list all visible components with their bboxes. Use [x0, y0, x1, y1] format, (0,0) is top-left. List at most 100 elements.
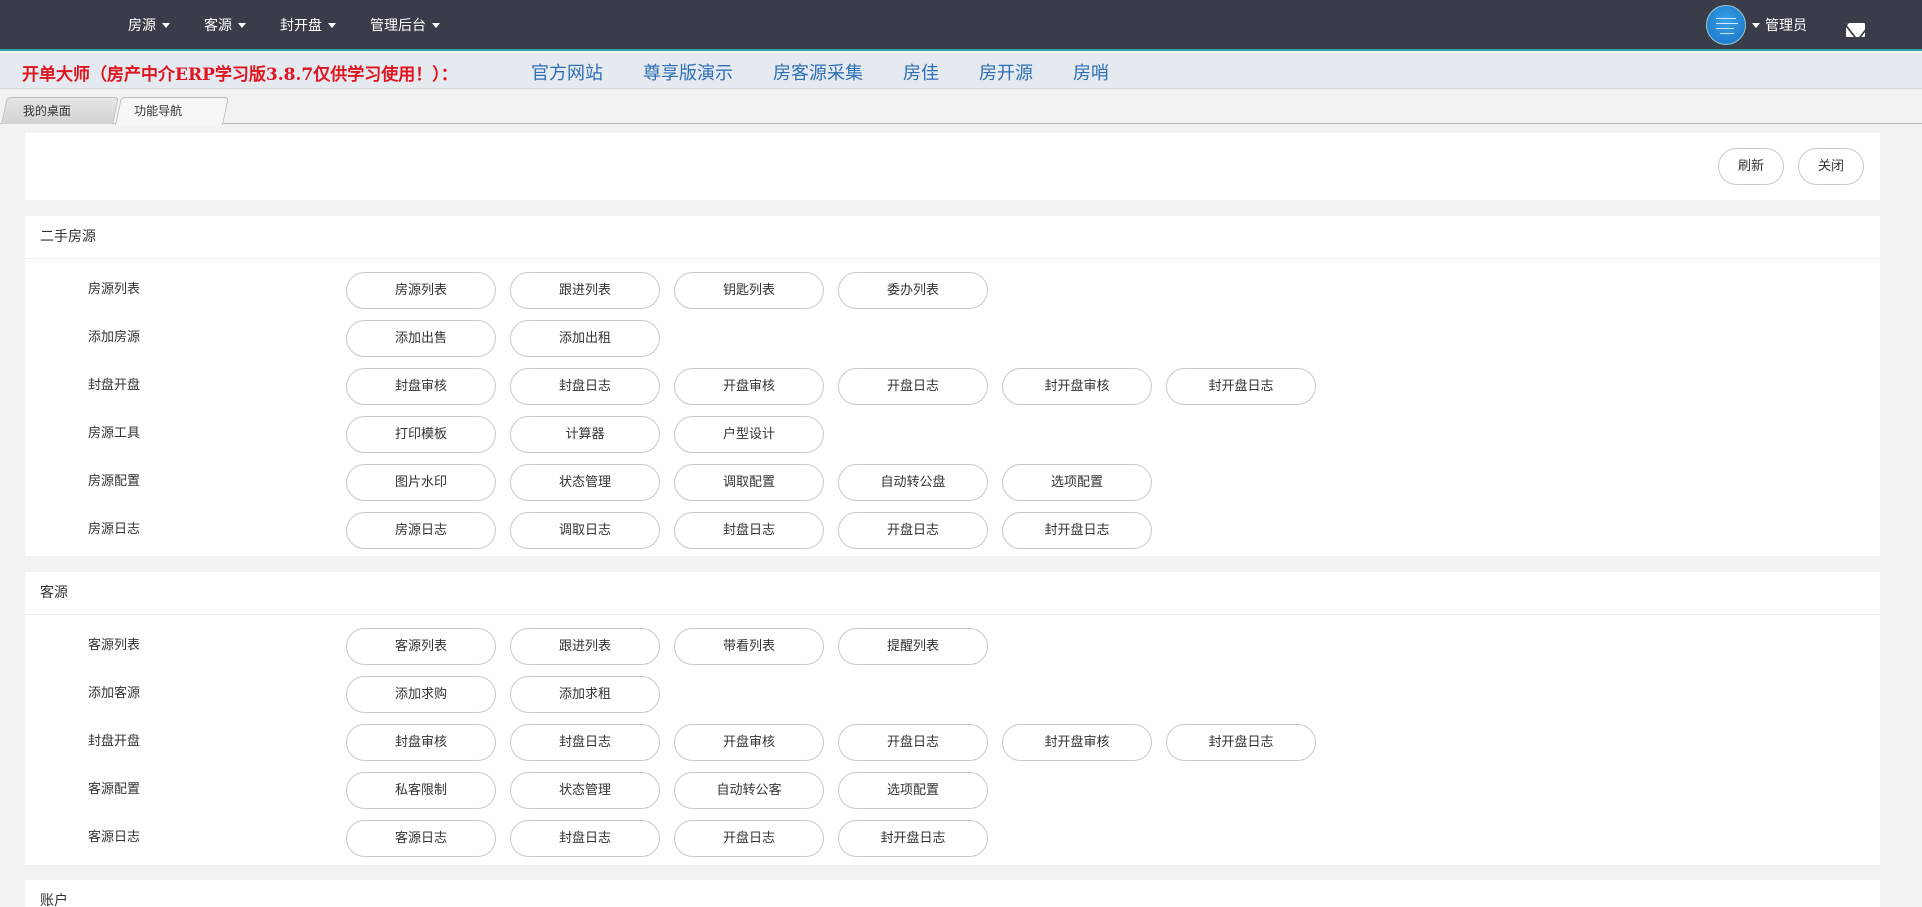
nav-row: 房源列表 房源列表 跟进列表 钥匙列表 委办列表 — [25, 266, 1880, 314]
menu-admin[interactable]: 管理后台 — [370, 15, 440, 35]
nav-button[interactable]: 封盘日志 — [510, 724, 660, 761]
banner-links: 官方网站 尊享版演示 房客源采集 房佳 房开源 房哨 — [531, 59, 1149, 85]
nav-button[interactable]: 房源日志 — [346, 512, 496, 549]
section-account: 账户 — [25, 880, 1880, 907]
row-label: 封盘开盘 — [88, 734, 141, 749]
nav-button[interactable]: 封盘日志 — [674, 512, 824, 549]
nav-button[interactable]: 封盘审核 — [346, 368, 496, 405]
nav-row: 添加客源 添加求购 添加求租 — [25, 670, 1880, 718]
mail-icon[interactable] — [1846, 23, 1865, 37]
nav-button[interactable]: 选项配置 — [838, 772, 988, 809]
nav-button[interactable]: 私客限制 — [346, 772, 496, 809]
nav-button[interactable]: 跟进列表 — [510, 272, 660, 309]
nav-button[interactable]: 开盘审核 — [674, 368, 824, 405]
nav-button[interactable]: 提醒列表 — [838, 628, 988, 665]
section-title: 账户 — [25, 880, 1880, 907]
nav-button[interactable]: 房源列表 — [346, 272, 496, 309]
nav-button[interactable]: 开盘日志 — [838, 368, 988, 405]
caret-down-icon — [238, 22, 246, 28]
menu-houses[interactable]: 房源 — [128, 15, 170, 35]
menu-customers[interactable]: 客源 — [204, 15, 246, 35]
nav-button[interactable]: 封开盘审核 — [1002, 368, 1152, 405]
nav-button[interactable]: 添加求租 — [510, 676, 660, 713]
tab-bar: 我的桌面 功能导航× — [0, 90, 1922, 145]
link-fangjia[interactable]: 房佳 — [903, 59, 939, 85]
nav-button[interactable]: 开盘审核 — [674, 724, 824, 761]
caret-down-icon — [432, 22, 440, 28]
nav-button[interactable]: 自动转公盘 — [838, 464, 988, 501]
nav-button[interactable]: 户型设计 — [674, 416, 824, 453]
nav-button[interactable]: 客源列表 — [346, 628, 496, 665]
section-title: 客源 — [25, 572, 1880, 615]
row-buttons: 添加出售 添加出租 — [346, 320, 674, 357]
nav-button[interactable]: 封盘日志 — [510, 368, 660, 405]
nav-button[interactable]: 委办列表 — [838, 272, 988, 309]
user-name: 管理员 — [1765, 18, 1807, 34]
menu-seal-open[interactable]: 封开盘 — [280, 15, 336, 35]
user-menu[interactable]: 管理员 — [1706, 4, 1807, 46]
tab-desktop-label: 我的桌面 — [22, 104, 71, 118]
row-buttons: 封盘审核 封盘日志 开盘审核 开盘日志 封开盘审核 封开盘日志 — [346, 724, 1330, 761]
nav-row: 客源列表 客源列表 跟进列表 带看列表 提醒列表 — [25, 622, 1880, 670]
nav-row: 房源配置 图片水印 状态管理 调取配置 自动转公盘 选项配置 — [25, 458, 1880, 506]
nav-button[interactable]: 开盘日志 — [838, 512, 988, 549]
row-label: 房源配置 — [88, 474, 141, 489]
row-label: 房源列表 — [88, 282, 141, 297]
close-button[interactable]: 关闭 — [1798, 148, 1864, 185]
nav-button[interactable]: 封开盘日志 — [838, 820, 988, 857]
nav-row: 封盘开盘 封盘审核 封盘日志 开盘审核 开盘日志 封开盘审核 封开盘日志 — [25, 362, 1880, 410]
row-buttons: 私客限制 状态管理 自动转公客 选项配置 — [346, 772, 1002, 809]
menu-customers-label: 客源 — [204, 18, 232, 34]
row-buttons: 客源列表 跟进列表 带看列表 提醒列表 — [346, 628, 1002, 665]
nav-button[interactable]: 客源日志 — [346, 820, 496, 857]
row-label: 房源工具 — [88, 426, 141, 441]
nav-button[interactable]: 选项配置 — [1002, 464, 1152, 501]
nav-button[interactable]: 封开盘日志 — [1166, 724, 1316, 761]
row-label: 客源日志 — [88, 830, 141, 845]
nav-row: 封盘开盘 封盘审核 封盘日志 开盘审核 开盘日志 封开盘审核 封开盘日志 — [25, 718, 1880, 766]
nav-button[interactable]: 添加求购 — [346, 676, 496, 713]
tab-desktop[interactable]: 我的桌面 — [1, 97, 119, 124]
nav-button[interactable]: 自动转公客 — [674, 772, 824, 809]
nav-button[interactable]: 添加出租 — [510, 320, 660, 357]
link-official-site[interactable]: 官方网站 — [531, 59, 603, 85]
nav-button[interactable]: 状态管理 — [510, 464, 660, 501]
nav-button[interactable]: 封盘日志 — [510, 820, 660, 857]
menu-seal-open-label: 封开盘 — [280, 18, 322, 34]
promo-banner: 开单大师（房产中介ERP学习版3.8.7仅供学习使用！）： 官方网站 尊享版演示… — [0, 53, 1922, 89]
tab-function-nav[interactable]: 功能导航× — [115, 97, 229, 145]
caret-down-icon — [162, 22, 170, 28]
nav-button[interactable]: 钥匙列表 — [674, 272, 824, 309]
nav-button[interactable]: 封开盘日志 — [1002, 512, 1152, 549]
nav-button[interactable]: 调取日志 — [510, 512, 660, 549]
nav-button[interactable]: 带看列表 — [674, 628, 824, 665]
nav-button[interactable]: 打印模板 — [346, 416, 496, 453]
tab-function-nav-label: 功能导航 — [134, 104, 183, 118]
refresh-button[interactable]: 刷新 — [1718, 148, 1784, 185]
nav-button[interactable]: 封开盘日志 — [1166, 368, 1316, 405]
avatar — [1706, 5, 1746, 45]
caret-down-icon — [1752, 22, 1760, 28]
link-collection[interactable]: 房客源采集 — [773, 59, 863, 85]
nav-button[interactable]: 计算器 — [510, 416, 660, 453]
section-customers: 客源 客源列表 客源列表 跟进列表 带看列表 提醒列表 添加客源 添加求购 添加求租 封盘开盘 封盘… — [25, 572, 1880, 865]
link-fangkaiyuan[interactable]: 房开源 — [979, 59, 1033, 85]
row-label: 客源列表 — [88, 638, 141, 653]
link-fangshao[interactable]: 房哨 — [1073, 59, 1109, 85]
nav-button[interactable]: 跟进列表 — [510, 628, 660, 665]
nav-button[interactable]: 开盘日志 — [674, 820, 824, 857]
nav-row: 客源日志 客源日志 封盘日志 开盘日志 封开盘日志 — [25, 814, 1880, 862]
nav-button[interactable]: 封开盘审核 — [1002, 724, 1152, 761]
nav-button[interactable]: 图片水印 — [346, 464, 496, 501]
row-label: 房源日志 — [88, 522, 141, 537]
link-premium-demo[interactable]: 尊享版演示 — [643, 59, 733, 85]
row-buttons: 封盘审核 封盘日志 开盘审核 开盘日志 封开盘审核 封开盘日志 — [346, 368, 1330, 405]
nav-button[interactable]: 状态管理 — [510, 772, 660, 809]
nav-row: 房源工具 打印模板 计算器 户型设计 — [25, 410, 1880, 458]
nav-row: 房源日志 房源日志 调取日志 封盘日志 开盘日志 封开盘日志 — [25, 506, 1880, 554]
row-buttons: 图片水印 状态管理 调取配置 自动转公盘 选项配置 — [346, 464, 1166, 501]
nav-button[interactable]: 调取配置 — [674, 464, 824, 501]
nav-button[interactable]: 封盘审核 — [346, 724, 496, 761]
nav-button[interactable]: 添加出售 — [346, 320, 496, 357]
nav-button[interactable]: 开盘日志 — [838, 724, 988, 761]
